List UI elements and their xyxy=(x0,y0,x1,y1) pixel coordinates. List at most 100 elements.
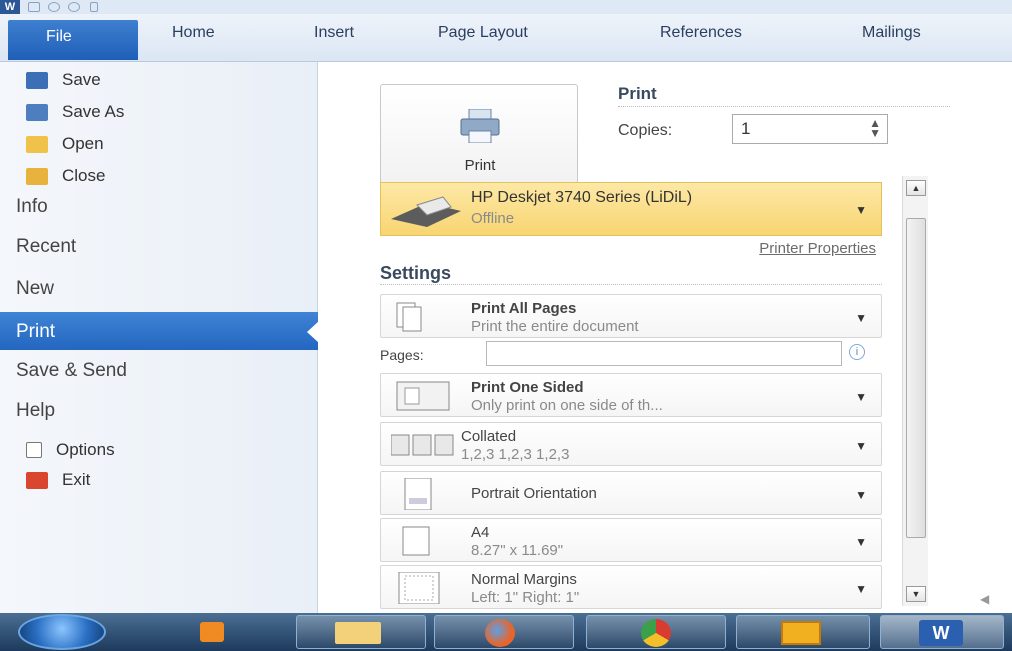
nav-options-label: Options xyxy=(56,440,115,459)
divider xyxy=(380,284,882,285)
option-subtitle: Only print on one side of th... xyxy=(471,397,663,414)
printer-icon xyxy=(460,109,500,143)
nav-save-send[interactable]: Save & Send xyxy=(16,360,127,382)
tab-mailings[interactable]: Mailings xyxy=(862,24,921,42)
paper-size-dropdown[interactable]: A4 8.27" x 11.69" ▼ xyxy=(380,518,882,562)
pages-stack-icon xyxy=(396,302,422,332)
chevron-down-icon: ▼ xyxy=(855,390,867,404)
copies-value: 1 xyxy=(741,119,751,138)
print-section-title: Print xyxy=(618,84,657,103)
nav-print-label: Print xyxy=(16,321,56,342)
redo-icon[interactable] xyxy=(68,2,80,12)
backstage-nav: Save Save As Open Close Info Recent New … xyxy=(0,62,319,613)
nav-save[interactable]: Save xyxy=(26,70,101,90)
chevron-down-icon: ▼ xyxy=(855,582,867,596)
nav-print[interactable]: Print xyxy=(0,312,319,350)
option-subtitle: 1,2,3 1,2,3 1,2,3 xyxy=(461,446,570,463)
tab-file[interactable]: File xyxy=(8,20,138,60)
printer-selector[interactable]: HP Deskjet 3740 Series (LiDiL) Offline ▼ xyxy=(380,182,882,236)
nav-help[interactable]: Help xyxy=(16,400,55,422)
quick-access-toolbar: W xyxy=(0,0,1012,14)
exit-icon xyxy=(26,471,48,489)
firefox-icon[interactable] xyxy=(434,615,574,649)
scroll-up-icon[interactable]: ▲ xyxy=(906,180,926,196)
nav-options[interactable]: Options xyxy=(26,440,115,460)
chevron-left-icon[interactable]: ◀ xyxy=(980,592,989,606)
nav-exit-label: Exit xyxy=(62,470,91,489)
margins-dropdown[interactable]: Normal Margins Left: 1" Right: 1" ▼ xyxy=(380,565,882,609)
portrait-page-icon xyxy=(404,478,432,510)
settings-title: Settings xyxy=(380,263,452,283)
print-range-dropdown[interactable]: Print All Pages Print the entire documen… xyxy=(380,294,882,338)
option-title: Normal Margins xyxy=(471,571,577,588)
tab-home[interactable]: Home xyxy=(172,24,215,42)
ribbon-tabs: File Home Insert Page Layout References … xyxy=(0,14,1012,62)
printer-name: HP Deskjet 3740 Series (LiDiL) xyxy=(471,189,693,206)
undo-icon[interactable] xyxy=(48,2,60,12)
margins-icon xyxy=(398,572,440,604)
media-player-icon[interactable] xyxy=(178,615,248,649)
nav-exit[interactable]: Exit xyxy=(26,470,90,490)
nav-close[interactable]: Close xyxy=(26,166,105,186)
chrome-icon[interactable] xyxy=(586,615,726,649)
orientation-dropdown[interactable]: Portrait Orientation ▼ xyxy=(380,471,882,515)
tab-insert[interactable]: Insert xyxy=(314,24,354,42)
option-subtitle: 8.27" x 11.69" xyxy=(471,542,564,559)
nav-save-as[interactable]: Save As xyxy=(26,102,124,122)
info-icon[interactable]: i xyxy=(849,344,865,360)
print-button-label: Print xyxy=(464,157,496,174)
nav-open[interactable]: Open xyxy=(26,134,104,154)
copies-input[interactable]: 1 ▲ ▼ xyxy=(732,114,888,144)
printer-device-icon xyxy=(391,196,461,227)
close-folder-icon xyxy=(26,167,48,185)
chevron-down-icon: ▼ xyxy=(855,439,867,453)
nav-recent[interactable]: Recent xyxy=(16,236,76,258)
pages-label: Pages: xyxy=(380,347,424,363)
save-icon xyxy=(26,71,48,89)
option-subtitle: Print the entire document xyxy=(471,318,639,335)
print-button[interactable]: Print xyxy=(380,84,578,192)
sides-dropdown[interactable]: Print One Sided Only print on one side o… xyxy=(380,373,882,417)
one-sided-icon xyxy=(396,381,450,411)
chevron-down-icon: ▼ xyxy=(855,535,867,549)
nav-info[interactable]: Info xyxy=(16,196,48,218)
option-subtitle: Left: 1" Right: 1" xyxy=(471,589,580,606)
printer-status: Offline xyxy=(471,210,515,227)
option-title: Collated xyxy=(461,428,517,445)
word-icon[interactable]: W xyxy=(880,615,1004,649)
printer-properties-link[interactable]: Printer Properties xyxy=(759,240,876,257)
print-pane: Print Print Copies: 1 ▲ ▼ HP Deskjet 3740… xyxy=(318,62,1012,613)
chevron-down-icon: ▼ xyxy=(855,311,867,325)
settings-scrollbar[interactable]: ▲ ▼ xyxy=(902,176,928,606)
option-title: A4 xyxy=(471,524,490,541)
open-folder-icon xyxy=(26,135,48,153)
nav-new[interactable]: New xyxy=(16,278,54,300)
start-orb[interactable] xyxy=(18,614,106,650)
taskbar: W xyxy=(0,613,1012,651)
save-icon[interactable] xyxy=(28,2,40,12)
customize-toolbar-icon[interactable] xyxy=(90,2,98,12)
divider xyxy=(618,106,950,107)
video-app-icon[interactable] xyxy=(736,615,870,649)
tab-page-layout[interactable]: Page Layout xyxy=(438,24,528,42)
option-title: Print One Sided xyxy=(471,379,584,396)
scroll-down-icon[interactable]: ▼ xyxy=(906,586,926,602)
nav-save-as-label: Save As xyxy=(62,102,125,121)
save-as-icon xyxy=(26,103,48,121)
collated-icon xyxy=(391,434,454,456)
word-app-icon[interactable]: W xyxy=(0,0,20,14)
chevron-down-icon: ▼ xyxy=(855,203,867,217)
scroll-thumb[interactable] xyxy=(906,218,926,538)
nav-open-label: Open xyxy=(62,134,104,153)
nav-save-label: Save xyxy=(62,70,101,89)
collation-dropdown[interactable]: Collated 1,2,3 1,2,3 1,2,3 ▼ xyxy=(380,422,882,466)
option-title: Print All Pages xyxy=(471,300,577,317)
chevron-down-icon: ▼ xyxy=(855,488,867,502)
tab-references[interactable]: References xyxy=(660,24,742,42)
paper-size-icon xyxy=(402,526,430,556)
pages-input[interactable] xyxy=(486,341,842,366)
option-title: Portrait Orientation xyxy=(471,485,597,502)
file-explorer-icon[interactable] xyxy=(296,615,426,649)
copies-label: Copies: xyxy=(618,122,673,139)
spinner-icon[interactable]: ▲ ▼ xyxy=(869,117,881,139)
